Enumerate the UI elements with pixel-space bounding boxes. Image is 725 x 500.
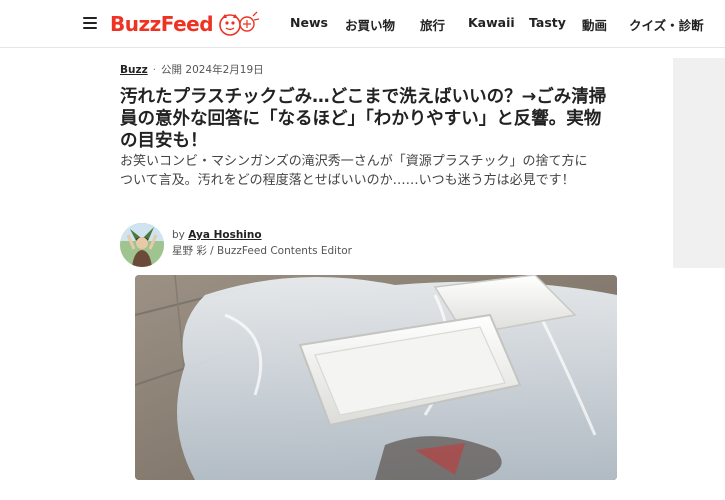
main-nav: News お買い物 旅行 Kawaii Tasty 動画 クイズ・診断 bbox=[0, 0, 725, 48]
plastic-tray-photo bbox=[135, 275, 617, 480]
nav-item-kawaii[interactable]: Kawaii bbox=[468, 15, 515, 30]
author-link[interactable]: Aya Hoshino bbox=[188, 229, 261, 241]
article-description: お笑いコンビ・マシンガンズの滝沢秀一さんが「資源プラスチック」の捨て方について言… bbox=[120, 154, 588, 188]
author-role: 星野 彩 / BuzzFeed Contents Editor bbox=[172, 245, 352, 257]
author-avatar[interactable] bbox=[120, 223, 164, 267]
nav-item-shopping[interactable]: お買い物 bbox=[345, 15, 395, 34]
avatar-image bbox=[120, 223, 164, 267]
byline-author-line: by Aya Hoshino bbox=[172, 229, 262, 241]
category-link[interactable]: Buzz bbox=[120, 64, 148, 76]
nav-item-quiz[interactable]: クイズ・診断 bbox=[629, 15, 704, 34]
article-title: 汚れたプラスチックごみ…どこまで洗えばいいの？→ごみ清掃員の意外な回答に「なるほ… bbox=[120, 87, 607, 151]
article-meta: Buzz · 公開 2024年2月19日 bbox=[120, 62, 264, 77]
nav-item-tasty[interactable]: Tasty bbox=[529, 15, 566, 30]
publish-date: 公開 2024年2月19日 bbox=[161, 64, 264, 76]
nav-item-travel[interactable]: 旅行 bbox=[420, 15, 445, 34]
site-header: BuzzFeed News お買い物 旅行 Kawaii Tasty 動画 クイ… bbox=[0, 0, 725, 48]
hero-image bbox=[135, 275, 617, 480]
nav-item-news[interactable]: News bbox=[290, 15, 328, 30]
byline: by Aya Hoshino 星野 彩 / BuzzFeed Contents … bbox=[120, 221, 420, 267]
nav-item-video[interactable]: 動画 bbox=[582, 15, 607, 34]
meta-separator: · bbox=[152, 64, 157, 76]
ad-placeholder bbox=[673, 58, 725, 268]
by-label: by bbox=[172, 229, 185, 241]
